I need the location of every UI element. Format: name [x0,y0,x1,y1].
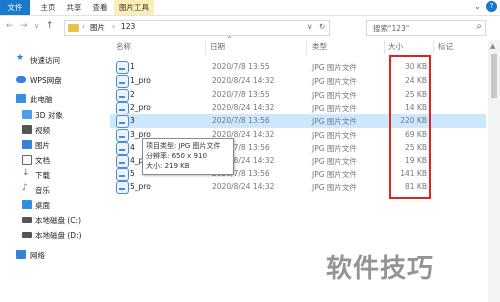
sidebar-item-quick-access[interactable]: ★ 快速访问 [0,53,108,67]
tooltip-resolution: 分辨率: 650 x 910 [146,152,207,160]
sidebar-item-network[interactable]: 网络 [0,248,108,262]
column-header-tags[interactable]: 标记 [438,41,453,52]
column-divider[interactable] [306,40,307,54]
sidebar-item-this-pc[interactable]: 此电脑 [0,92,108,106]
address-bar-row: ← → ∨ ↑ › 图片 › 123 ∨ ↻ 搜索"123" ⌕ [0,16,500,38]
breadcrumb-pictures[interactable]: 图片 [90,22,105,33]
sidebar-item-3d-objects[interactable]: 3D 对象 [0,108,108,122]
download-icon: ↓ [22,168,30,178]
search-input[interactable]: 搜索"123" ⌕ [366,20,486,36]
sidebar-item-desktop[interactable]: 桌面 [0,198,108,212]
sidebar-item-drive-c[interactable]: 本地磁盘 (C:) [0,213,108,227]
breadcrumb-separator: › [112,22,115,31]
star-icon: ★ [16,53,25,63]
sidebar-item-wps-cloud[interactable]: WPS网盘 [0,73,108,87]
document-icon [22,155,32,165]
sidebar-item-pictures[interactable]: 图片 [0,138,108,152]
watermark-text: 软件技巧 [326,254,435,284]
scrollbar-thumb[interactable] [491,54,497,98]
navigation-pane: ★ 快速访问 WPS网盘 此电脑 3D 对象 视频 图片 文档 ↓ 下载 ♪ 音… [0,40,108,302]
tab-share[interactable]: 共享 [62,0,86,15]
column-divider[interactable] [433,40,434,54]
back-arrow-icon[interactable]: ← [6,21,14,31]
file-info-tooltip: 项目类型: JPG 图片文件 分辨率: 650 x 910 大小: 219 KB [142,138,234,175]
column-divider[interactable] [205,40,206,54]
forward-arrow-icon[interactable]: → [20,21,28,31]
refresh-icon[interactable]: ↻ [319,22,325,31]
jpg-file-icon [116,75,129,88]
sidebar-item-videos[interactable]: 视频 [0,123,108,137]
sort-ascending-icon: ^ [227,36,233,43]
computer-icon [16,94,26,103]
cube-icon [22,110,32,119]
address-input[interactable]: › 图片 › 123 ∨ ↻ [64,20,330,36]
tab-view[interactable]: 查看 [88,0,112,15]
jpg-file-icon [116,61,129,74]
cloud-icon [16,76,26,83]
up-arrow-icon[interactable]: ↑ [46,21,54,31]
column-header-date[interactable]: 日期 [210,41,225,52]
ribbon-tabs: 文件 主页 共享 查看 图片工具 ⌄ ? [0,0,500,16]
tab-home[interactable]: 主页 [36,0,60,15]
jpg-file-icon [116,115,129,128]
column-divider[interactable] [384,40,385,54]
sidebar-item-documents[interactable]: 文档 [0,153,108,167]
drive-icon [22,232,32,238]
music-icon: ♪ [22,183,28,193]
tab-picture-tools[interactable]: 图片工具 [114,0,154,15]
search-icon[interactable]: ⌕ [476,21,482,32]
help-icon[interactable]: ? [486,1,497,12]
jpg-file-icon [116,181,129,194]
folder-icon [68,24,79,32]
desktop-icon [22,200,32,209]
drive-icon [22,217,32,223]
sidebar-item-music[interactable]: ♪ 音乐 [0,183,108,197]
video-icon [22,125,32,134]
column-header-name[interactable]: 名称 [116,41,131,52]
ribbon-expand-icon[interactable]: ⌄ [474,2,481,11]
picture-icon [22,140,32,149]
breadcrumb-123[interactable]: 123 [121,22,135,31]
recent-dropdown-icon[interactable]: ∨ [34,22,39,30]
tooltip-type: 项目类型: JPG 图片文件 [146,142,221,150]
network-icon [16,250,26,259]
tab-file[interactable]: 文件 [0,0,30,15]
breadcrumb-separator: › [82,22,85,31]
size-highlight-box [389,55,431,199]
tooltip-size: 大小: 219 KB [146,162,190,170]
sidebar-item-drive-d[interactable]: 本地磁盘 (D:) [0,228,108,242]
sidebar-item-downloads[interactable]: ↓ 下载 [0,168,108,182]
scroll-up-icon[interactable]: ▲ [490,42,495,50]
column-header-size[interactable]: 大小 [388,41,403,52]
vertical-scrollbar[interactable]: ▲ [488,40,500,302]
column-header-type[interactable]: 类型 [312,41,327,52]
address-dropdown-icon[interactable]: ∨ [307,22,313,31]
